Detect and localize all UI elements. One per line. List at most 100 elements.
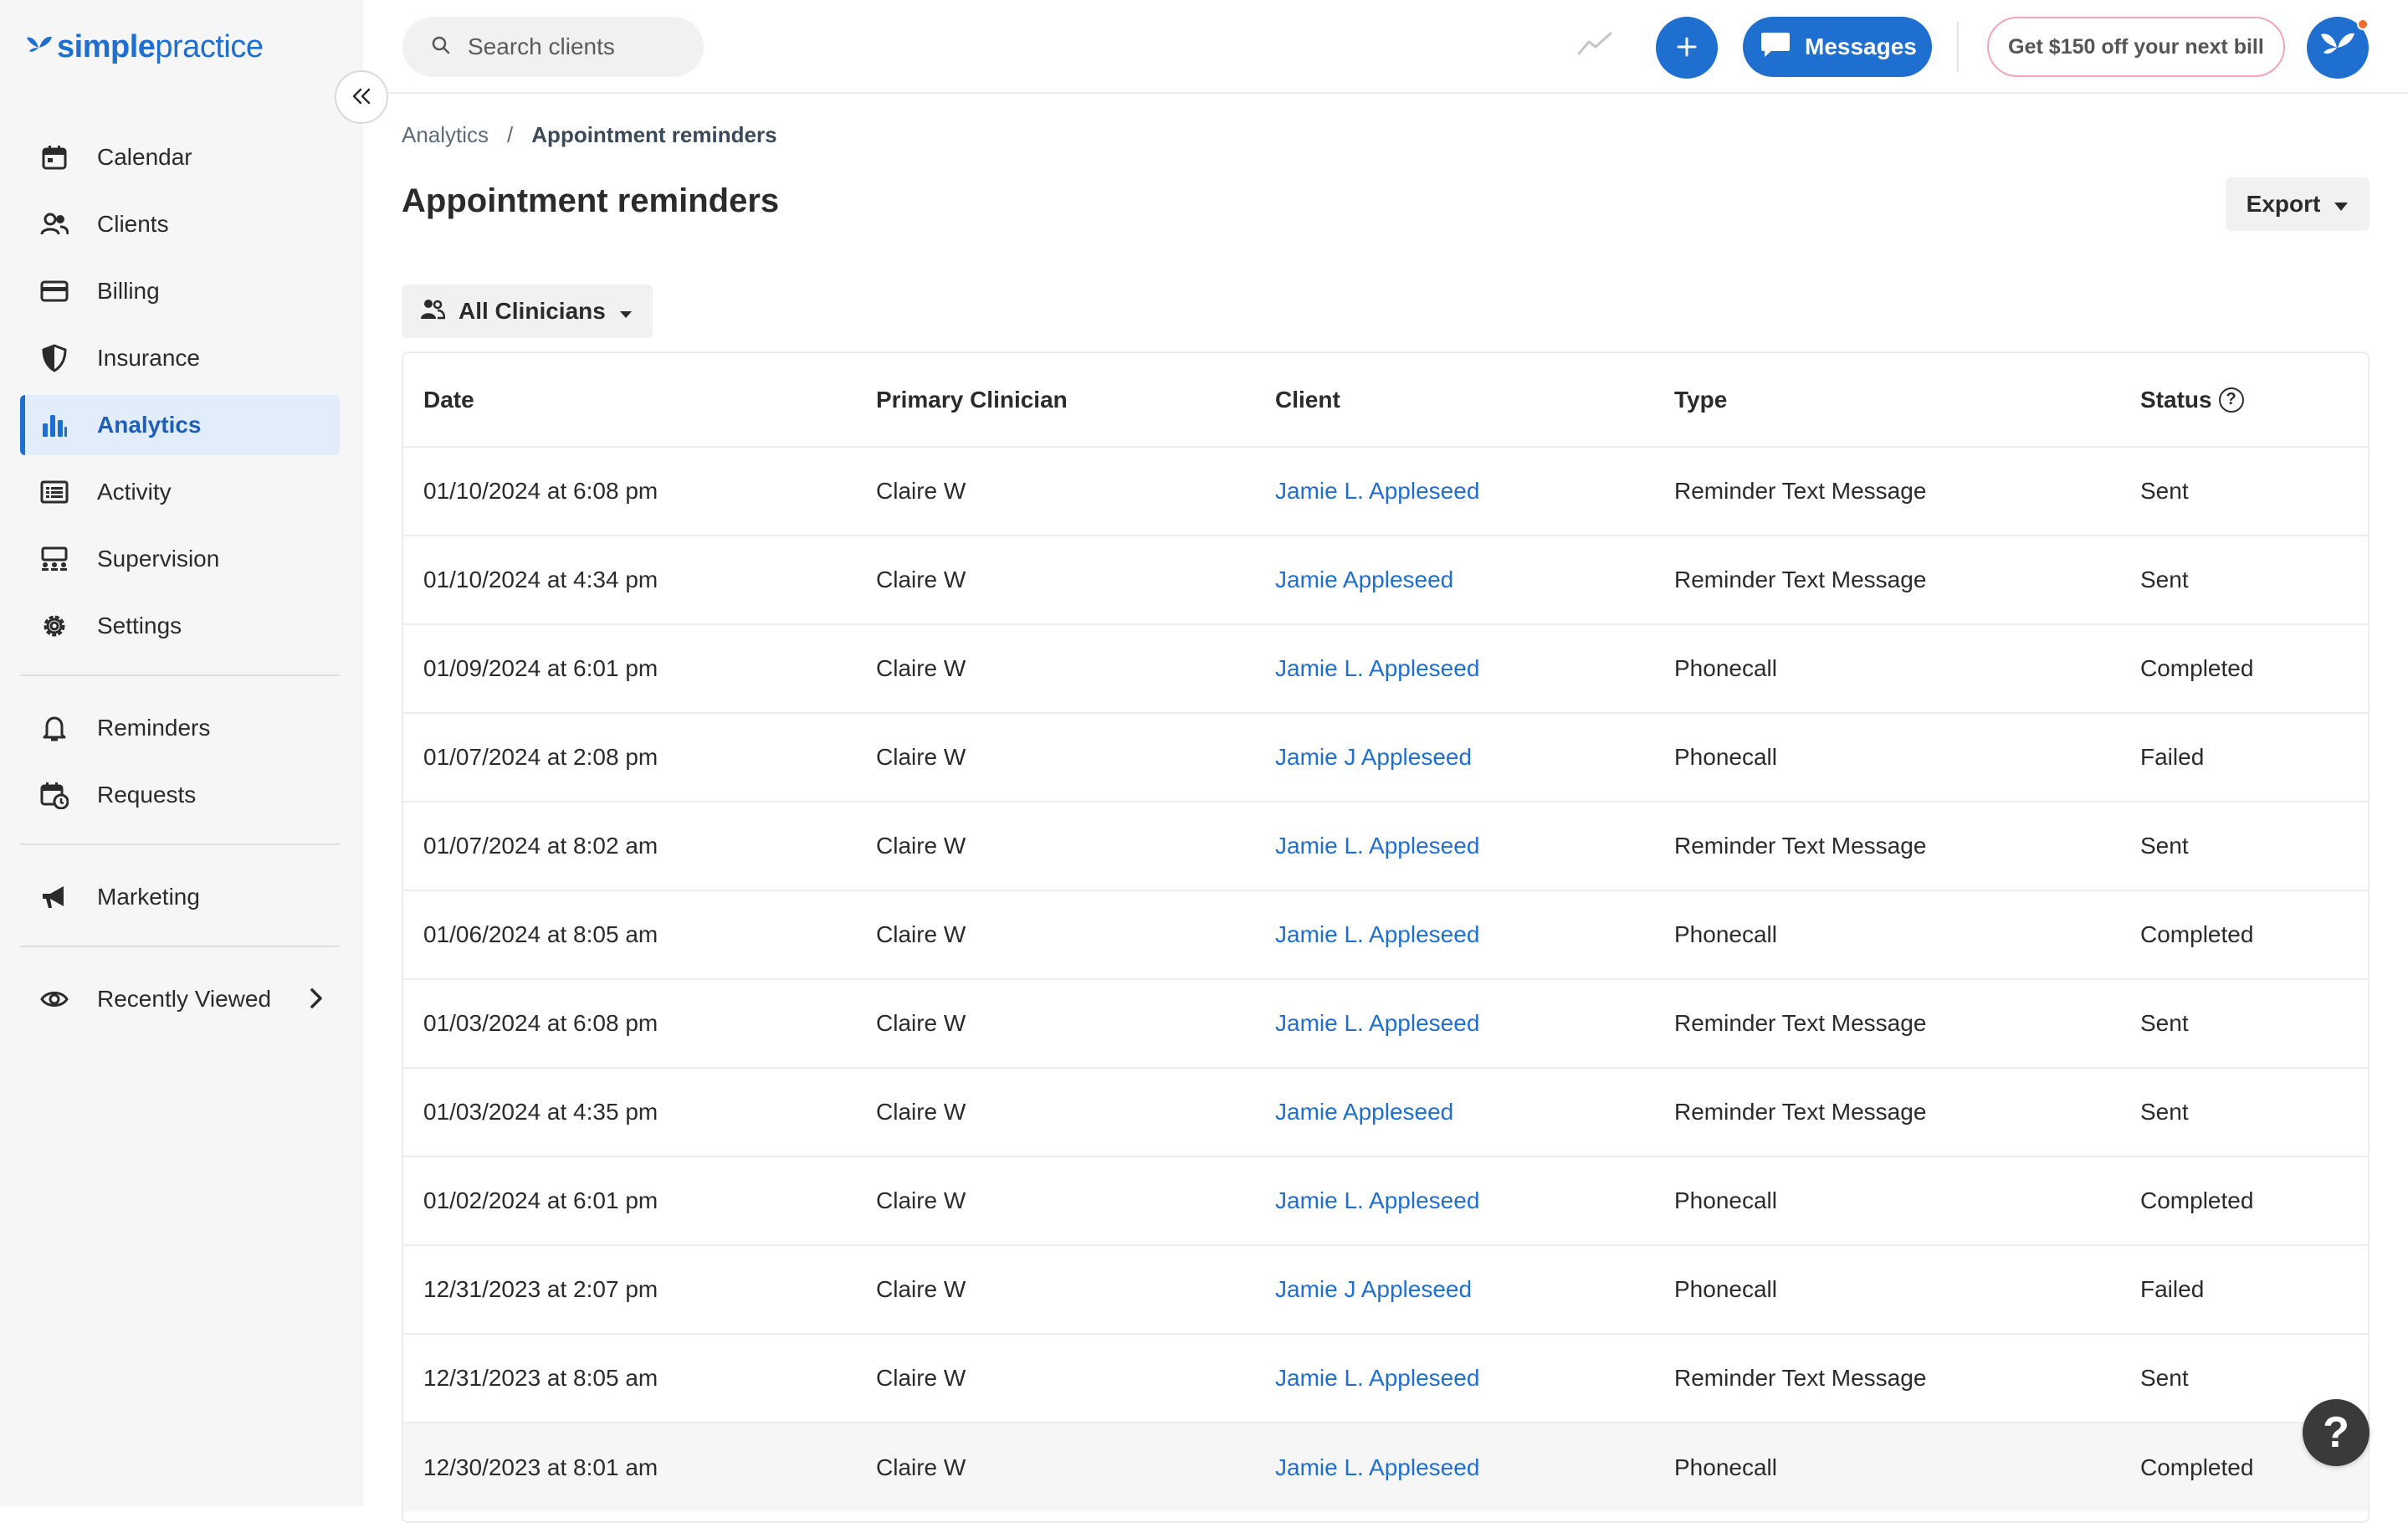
client-link[interactable]: Jamie L. Appleseed xyxy=(1275,1365,1479,1391)
topbar-divider xyxy=(1957,22,1959,72)
sidebar-item-label: Marketing xyxy=(97,884,200,910)
client-link[interactable]: Jamie L. Appleseed xyxy=(1275,1454,1479,1480)
table-row[interactable]: 01/03/2024 at 4:35 pm Claire W Jamie Apple… xyxy=(403,1068,2368,1156)
sidebar-item-label: Clients xyxy=(97,211,169,237)
sidebar-item-label: Recently Viewed xyxy=(97,986,272,1012)
cell-date: 12/31/2023 at 8:05 am xyxy=(423,1365,658,1391)
table-row[interactable]: 12/31/2023 at 8:05 am Claire W Jamie L. Ap… xyxy=(403,1334,2368,1423)
table-row[interactable]: 01/03/2024 at 6:08 pm Claire W Jamie L. Ap… xyxy=(403,979,2368,1068)
sidebar-item-label: Activity xyxy=(97,479,172,505)
breadcrumb: Analytics / Appointment reminders xyxy=(402,122,777,148)
sidebar-item-requests[interactable]: Requests xyxy=(20,765,340,825)
sidebar-item-label: Calendar xyxy=(97,144,192,170)
cell-client: Jamie L. Appleseed xyxy=(1255,1334,1654,1423)
client-link[interactable]: Jamie L. Appleseed xyxy=(1275,655,1479,681)
column-header-date[interactable]: Date xyxy=(403,353,856,447)
sidebar-item-label: Supervision xyxy=(97,546,220,572)
simplepractice-logo[interactable]: simple practice xyxy=(25,25,264,69)
table-row[interactable]: 01/06/2024 at 8:05 am Claire W Jamie L. Ap… xyxy=(403,890,2368,979)
sidebar-item-billing[interactable]: Billing xyxy=(20,261,340,321)
status-header-label: Status xyxy=(2140,386,2212,413)
cell-status: Completed xyxy=(2140,1187,2254,1213)
client-link[interactable]: Jamie L. Appleseed xyxy=(1275,921,1479,947)
client-link[interactable]: Jamie L. Appleseed xyxy=(1275,1010,1479,1036)
sidebar-item-activity[interactable]: Activity xyxy=(20,462,340,522)
create-new-button[interactable] xyxy=(1656,17,1718,79)
sidebar-item-label: Billing xyxy=(97,278,160,304)
sidebar-divider xyxy=(20,946,340,947)
cell-client: Jamie J Appleseed xyxy=(1255,713,1654,802)
cell-date: 01/10/2024 at 6:08 pm xyxy=(423,478,658,504)
sidebar-item-clients[interactable]: Clients xyxy=(20,194,340,254)
table-row[interactable]: 01/07/2024 at 2:08 pm Claire W Jamie J App… xyxy=(403,713,2368,802)
column-header-type[interactable]: Type xyxy=(1654,353,2120,447)
calendar-icon xyxy=(38,141,70,173)
cell-date: 01/09/2024 at 6:01 pm xyxy=(423,655,658,681)
help-button[interactable]: ? xyxy=(2303,1399,2370,1466)
trend-line-icon[interactable] xyxy=(1577,30,1612,61)
sidebar-item-insurance[interactable]: Insurance xyxy=(20,328,340,388)
sidebar-nav: Calendar Clients Billing Insurance Analy… xyxy=(20,127,340,1036)
promo-button[interactable]: Get $150 off your next bill xyxy=(1987,17,2285,77)
table-row[interactable]: 01/10/2024 at 4:34 pm Claire W Jamie Apple… xyxy=(403,536,2368,624)
megaphone-icon xyxy=(38,881,70,913)
chat-bubble-icon xyxy=(1760,30,1791,64)
cell-date: 01/10/2024 at 4:34 pm xyxy=(423,567,658,592)
client-link[interactable]: Jamie J Appleseed xyxy=(1275,744,1472,770)
breadcrumb-analytics-link[interactable]: Analytics xyxy=(402,122,489,148)
question-circle-icon[interactable]: ? xyxy=(2218,387,2244,413)
collapse-sidebar-button[interactable] xyxy=(335,70,388,124)
search-icon xyxy=(431,35,451,59)
cell-status: Failed xyxy=(2140,1276,2205,1302)
cell-status: Completed xyxy=(2140,655,2254,681)
column-header-status[interactable]: Status ? xyxy=(2120,353,2368,447)
export-label: Export xyxy=(2246,191,2321,217)
clinician-filter-dropdown[interactable]: All Clinicians xyxy=(402,285,653,338)
sidebar-item-marketing[interactable]: Marketing xyxy=(20,867,340,927)
clinicians-icon xyxy=(420,297,446,326)
cell-type: Reminder Text Message xyxy=(1674,833,1927,859)
column-header-client[interactable]: Client xyxy=(1255,353,1654,447)
cell-client: Jamie J Appleseed xyxy=(1255,1245,1654,1334)
sidebar-item-settings[interactable]: Settings xyxy=(20,596,340,656)
avatar[interactable] xyxy=(2307,17,2369,79)
table-row[interactable]: 01/02/2024 at 6:01 pm Claire W Jamie L. Ap… xyxy=(403,1156,2368,1245)
cell-type: Reminder Text Message xyxy=(1674,1010,1927,1036)
cell-primary-clinician: Claire W xyxy=(876,1454,966,1480)
cell-date: 12/30/2023 at 8:01 am xyxy=(423,1454,658,1480)
sidebar-item-analytics[interactable]: Analytics xyxy=(20,395,340,455)
client-link[interactable]: Jamie Appleseed xyxy=(1275,1099,1453,1125)
credit-card-icon xyxy=(38,275,70,307)
sidebar-item-calendar[interactable]: Calendar xyxy=(20,127,340,187)
sidebar-item-supervision[interactable]: Supervision xyxy=(20,529,340,589)
client-link[interactable]: Jamie Appleseed xyxy=(1275,567,1453,592)
bell-icon xyxy=(38,712,70,744)
search-input[interactable] xyxy=(468,33,685,60)
table-row[interactable]: 01/07/2024 at 8:02 am Claire W Jamie L. Ap… xyxy=(403,802,2368,890)
butterfly-avatar-icon xyxy=(2318,29,2357,67)
cell-status: Completed xyxy=(2140,921,2254,947)
client-link[interactable]: Jamie J Appleseed xyxy=(1275,1276,1472,1302)
sidebar-item-recently-viewed[interactable]: Recently Viewed xyxy=(20,969,340,1029)
cell-primary-clinician: Claire W xyxy=(876,744,966,770)
sidebar-item-reminders[interactable]: Reminders xyxy=(20,698,340,758)
table-row[interactable]: 12/30/2023 at 8:01 am Claire W Jamie L. Ap… xyxy=(403,1423,2368,1511)
client-link[interactable]: Jamie L. Appleseed xyxy=(1275,1187,1479,1213)
client-link[interactable]: Jamie L. Appleseed xyxy=(1275,478,1479,504)
cell-date: 01/07/2024 at 2:08 pm xyxy=(423,744,658,770)
cell-primary-clinician: Claire W xyxy=(876,655,966,681)
messages-button[interactable]: Messages xyxy=(1743,17,1932,77)
table-row[interactable]: 12/31/2023 at 2:07 pm Claire W Jamie J App… xyxy=(403,1245,2368,1334)
search-bar[interactable] xyxy=(402,17,704,77)
client-link[interactable]: Jamie L. Appleseed xyxy=(1275,833,1479,859)
cell-status: Sent xyxy=(2140,1099,2189,1125)
cell-status: Sent xyxy=(2140,833,2189,859)
column-header-primary-clinician[interactable]: Primary Clinician xyxy=(856,353,1255,447)
sidebar-item-label: Insurance xyxy=(97,345,200,371)
table-row[interactable]: 01/09/2024 at 6:01 pm Claire W Jamie L. Ap… xyxy=(403,624,2368,713)
export-button[interactable]: Export xyxy=(2226,177,2370,231)
table-row[interactable]: 01/10/2024 at 6:08 pm Claire W Jamie L. Ap… xyxy=(403,447,2368,536)
sidebar-item-label: Analytics xyxy=(97,412,202,438)
cell-client: Jamie L. Appleseed xyxy=(1255,890,1654,979)
logo-text-simple: simple xyxy=(57,28,156,64)
